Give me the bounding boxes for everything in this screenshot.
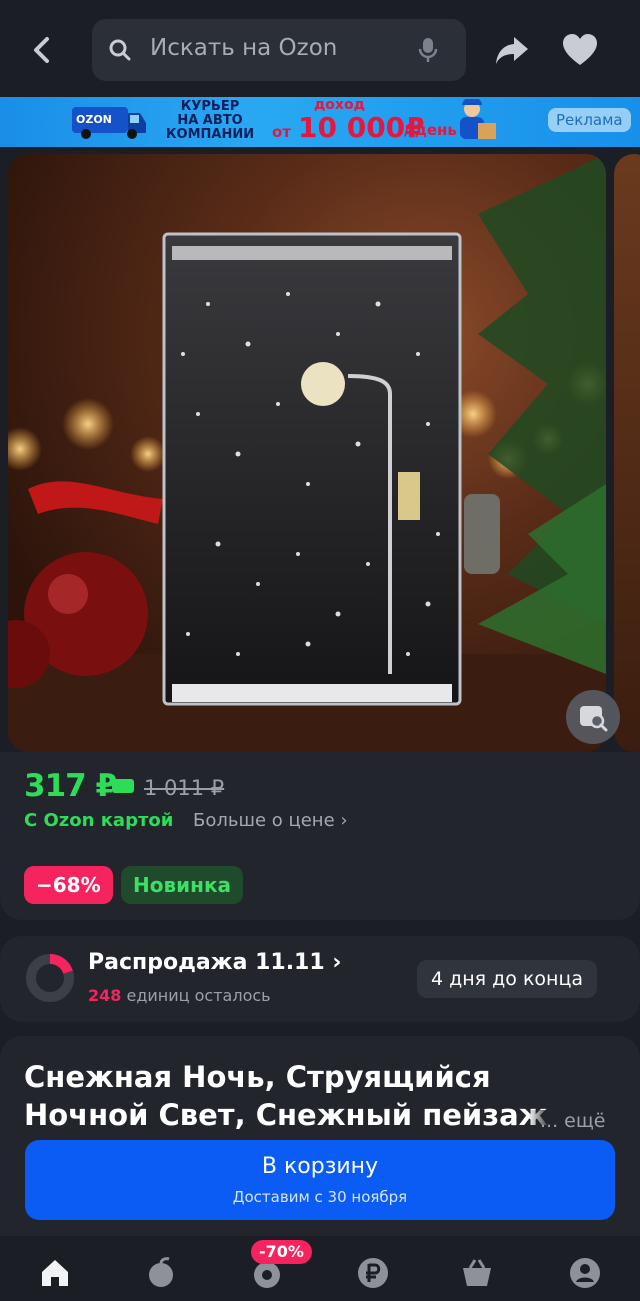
new-badge: Новинка [121,866,244,904]
banner-line1: КУРЬЕР [180,99,240,114]
banner-from: от [272,123,291,141]
product-photo-illustration [8,154,606,752]
days-left-badge: 4 дня до конца [417,960,598,998]
next-image-preview[interactable] [614,154,640,752]
back-button[interactable] [22,30,62,70]
discount-badge: −68% [24,866,113,904]
banner-brand: OZON [76,113,112,126]
banner-per-day: / день [404,121,457,139]
microphone-icon[interactable] [418,37,438,63]
remaining-count: 248 [88,986,122,1005]
more-about-price-link[interactable]: Больше о цене › [193,810,348,831]
ozon-card-icon [112,779,134,793]
courier-icon [460,99,496,139]
ozon-card-label: С Ozon картой [24,810,174,831]
banner-line2: НА АВТО [177,113,243,128]
search-input[interactable]: Искать на Ozon [92,19,466,81]
price-card: 317 ₽ 1 011 ₽ С Ozon картой Больше о цен… [0,752,640,920]
delivery-date: Доставим с 30 ноября [232,1188,408,1206]
top-bar: Искать на Ozon [0,0,640,97]
visual-search-button[interactable] [566,690,620,744]
ad-label: Реклама [548,108,631,132]
delivery-van-icon: OZON [72,107,146,139]
product-image[interactable] [8,154,606,752]
fresh-icon[interactable] [144,1256,178,1290]
image-search-icon [580,706,608,732]
banner-line3: КОМПАНИИ [165,127,255,142]
current-price: 317 ₽ [24,768,117,804]
sale-progress-ring [26,954,74,1002]
ad-banner[interactable]: OZON КУРЬЕР НА АВТО КОМПАНИИ доход от 10… [0,97,640,147]
profile-icon[interactable] [568,1256,602,1290]
cart-icon[interactable] [460,1256,494,1290]
bottom-nav: -70% [0,1236,640,1301]
old-price: 1 011 ₽ [144,776,225,800]
home-icon[interactable] [38,1256,72,1290]
add-to-cart-label: В корзину [261,1154,379,1179]
promo-badge: -70% [251,1240,312,1264]
heart-icon[interactable] [562,33,598,67]
title-more-link[interactable]: ... ещё [528,1110,606,1132]
back-arrow-icon [34,37,49,63]
share-icon[interactable] [494,33,530,67]
search-placeholder: Искать на Ozon [150,35,338,61]
sale-remaining: 248 единиц осталось [88,986,271,1005]
add-to-cart-button[interactable]: В корзину Доставим с 30 ноября [25,1140,615,1220]
banner-headline: КУРЬЕР НА АВТО КОМПАНИИ [150,100,270,142]
remaining-label: единиц осталось [121,986,271,1005]
finance-icon[interactable] [356,1256,390,1290]
sale-card[interactable]: Распродажа 11.11 › 248 единиц осталось 4… [0,936,640,1022]
search-icon [109,39,131,61]
sale-title: Распродажа 11.11 › [88,950,342,975]
